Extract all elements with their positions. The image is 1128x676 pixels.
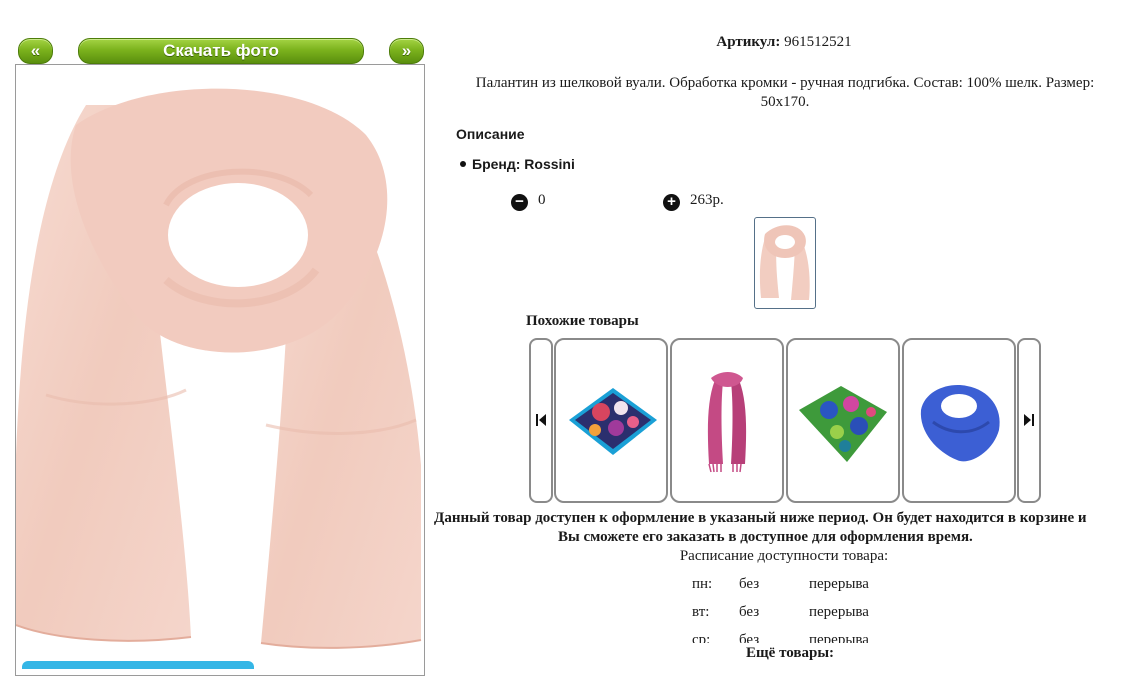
schedule-break: перерыва — [809, 604, 869, 620]
product-description: Палантин из шелковой вуали. Обработка кр… — [475, 75, 1095, 110]
schedule-break-prefix: без — [739, 632, 760, 643]
similar-products-heading: Похожие товары — [526, 313, 639, 329]
product-thumbnail[interactable] — [754, 217, 816, 309]
schedule-row: ср: без перерыва — [692, 632, 912, 643]
schedule-table: пн: без перерыва вт: без перерыва ср: бе… — [692, 576, 912, 643]
sku-label: Артикул: — [716, 34, 781, 50]
schedule-day: ср: — [692, 632, 711, 643]
skip-forward-icon — [1024, 414, 1034, 426]
brand-item: Бренд: Rossini — [460, 156, 575, 172]
quantity-value: 0 — [538, 192, 546, 208]
schedule-title: Расписание доступности товара: — [679, 548, 889, 564]
sku-value: 961512521 — [784, 34, 852, 50]
carousel-prev-button[interactable] — [529, 338, 553, 503]
silk-scarf-image — [16, 65, 424, 675]
schedule-break: перерыва — [809, 632, 869, 643]
floral-scarf-image — [569, 388, 657, 455]
schedule-break: перерыва — [809, 576, 869, 592]
green-floral-scarf-image — [799, 386, 887, 462]
download-photo-button[interactable]: Скачать фото — [78, 38, 364, 67]
availability-line-2: Вы сможете его заказать в доступное для … — [558, 529, 973, 545]
brand-label: Бренд: Rossini — [472, 156, 575, 172]
similar-item-1[interactable] — [554, 338, 668, 503]
carousel-next-button[interactable] — [1017, 338, 1041, 503]
availability-line-1: Данный товар доступен к оформление в ука… — [434, 510, 1087, 526]
similar-item-2[interactable] — [670, 338, 784, 503]
similar-item-4[interactable] — [902, 338, 1016, 503]
sku-line: Артикул: 961512521 — [440, 34, 1128, 51]
schedule-row: пн: без перерыва — [692, 576, 912, 604]
schedule-break-prefix: без — [739, 576, 760, 592]
more-products-heading: Ещё товары: — [746, 645, 835, 661]
skip-back-icon — [536, 414, 546, 426]
main-product-photo[interactable] — [15, 64, 425, 676]
blue-shawl-image — [920, 385, 1000, 462]
pink-scarf-image — [707, 372, 747, 473]
bullet-icon — [460, 161, 466, 167]
price-value: 263р. — [690, 192, 724, 208]
scarf-thumbnail-image — [759, 225, 810, 300]
bottom-tab-strip — [22, 661, 254, 669]
price-control: +263р. — [663, 192, 724, 211]
similar-item-3[interactable] — [786, 338, 900, 503]
prev-photo-button[interactable]: « — [18, 38, 53, 67]
plus-circle-icon[interactable]: + — [663, 194, 680, 211]
next-photo-button[interactable]: » — [389, 38, 424, 67]
minus-circle-icon[interactable]: − — [511, 194, 528, 211]
schedule-row: вт: без перерыва — [692, 604, 912, 632]
schedule-day: вт: — [692, 604, 710, 620]
quantity-control: −0 — [511, 192, 546, 211]
availability-notice: Данный товар доступен к оформление в ука… — [434, 509, 1128, 547]
description-heading: Описание — [456, 126, 525, 142]
schedule-day: пн: — [692, 576, 713, 592]
schedule-break-prefix: без — [739, 604, 760, 620]
